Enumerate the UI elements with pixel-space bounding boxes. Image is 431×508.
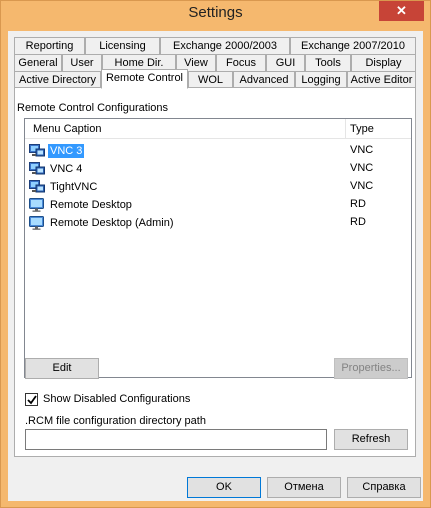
list-item-type: VNC: [350, 144, 374, 156]
list-item-type: VNC: [350, 180, 374, 192]
tab-tools[interactable]: Tools: [305, 54, 351, 72]
list-item[interactable]: TightVNC VNC: [25, 178, 411, 196]
tab-licensing[interactable]: Licensing: [85, 37, 160, 55]
list-item[interactable]: VNC 3 VNC: [25, 142, 411, 160]
properties-button[interactable]: Properties...: [334, 358, 408, 379]
show-disabled-checkbox[interactable]: [25, 393, 38, 406]
tab-remote-control[interactable]: Remote Control: [101, 69, 188, 89]
tab-exchange-2007-2010[interactable]: Exchange 2007/2010: [290, 37, 416, 55]
vnc-icon: [29, 180, 45, 193]
close-button[interactable]: ✕: [379, 1, 424, 21]
rcm-path-input[interactable]: [25, 429, 327, 450]
column-header-caption[interactable]: Menu Caption: [33, 123, 102, 135]
list-item-type: RD: [350, 198, 366, 210]
list-item-type: RD: [350, 216, 366, 228]
list-item-name: Remote Desktop (Admin): [50, 217, 174, 229]
list-item-name: VNC 4: [50, 163, 83, 175]
cancel-button[interactable]: Отмена: [267, 477, 341, 498]
list-item[interactable]: Remote Desktop (Admin) RD: [25, 214, 411, 232]
list-item-type: VNC: [350, 162, 374, 174]
column-separator[interactable]: [345, 119, 346, 139]
tab-gui[interactable]: GUI: [266, 54, 305, 72]
vnc-icon: [29, 162, 45, 175]
edit-button[interactable]: Edit: [25, 358, 99, 379]
close-icon: ✕: [396, 3, 407, 18]
list-item-name: TightVNC: [50, 181, 98, 193]
tab-display[interactable]: Display: [351, 54, 416, 72]
list-item-name: Remote Desktop: [50, 199, 132, 211]
configurations-group-label: Remote Control Configurations: [17, 102, 169, 114]
vnc-icon: [29, 144, 45, 157]
show-disabled-label[interactable]: Show Disabled Configurations: [43, 393, 190, 405]
tab-user[interactable]: User: [62, 54, 102, 72]
configurations-list[interactable]: Menu Caption Type VNC 3 VNC VNC 4 VNC Ti…: [24, 118, 412, 378]
remote-desktop-icon: [29, 198, 44, 212]
column-header-type[interactable]: Type: [350, 123, 374, 135]
settings-window: Settings ✕ Reporting Licensing Exchange …: [0, 0, 431, 508]
list-item[interactable]: VNC 4 VNC: [25, 160, 411, 178]
list-item[interactable]: Remote Desktop RD: [25, 196, 411, 214]
remote-desktop-icon: [29, 216, 44, 230]
help-button[interactable]: Справка: [347, 477, 421, 498]
ok-button[interactable]: OK: [187, 477, 261, 498]
dialog-client: Reporting Licensing Exchange 2000/2003 E…: [8, 31, 423, 501]
window-title: Settings: [188, 4, 243, 21]
tab-general[interactable]: General: [14, 54, 62, 72]
list-item-name: VNC 3: [48, 144, 85, 158]
refresh-button[interactable]: Refresh: [334, 429, 408, 450]
rcm-path-label: .RCM file configuration directory path: [25, 415, 206, 427]
title-bar[interactable]: Settings ✕: [1, 1, 430, 27]
tab-reporting[interactable]: Reporting: [14, 37, 85, 55]
list-header: Menu Caption Type: [25, 119, 411, 139]
tab-focus[interactable]: Focus: [216, 54, 266, 72]
tab-exchange-2000-2003[interactable]: Exchange 2000/2003: [160, 37, 290, 55]
checkmark-icon: [27, 395, 37, 405]
